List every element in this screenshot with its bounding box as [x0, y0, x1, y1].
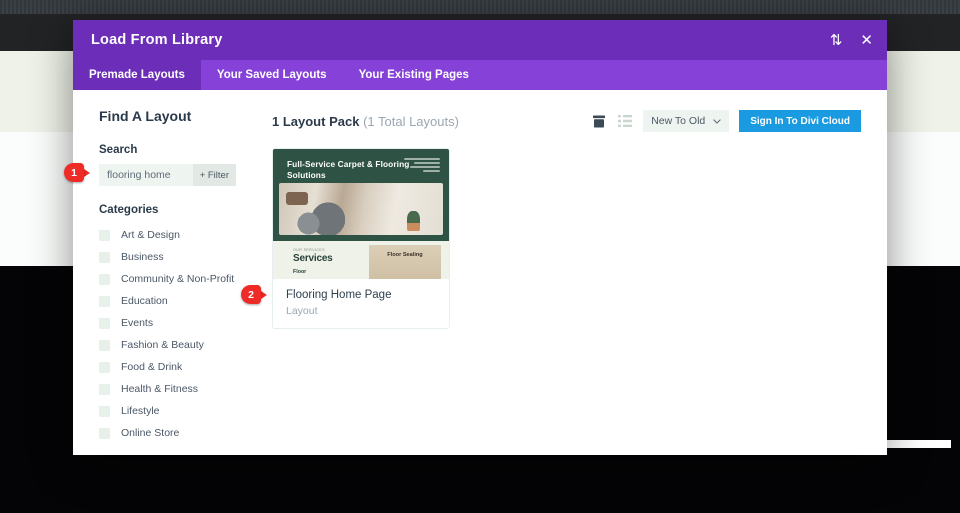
- category-list: Art & Design Business Community & Non-Pr…: [99, 224, 268, 444]
- layout-list-view-icon[interactable]: [617, 114, 633, 128]
- checkbox-icon[interactable]: [99, 273, 110, 285]
- modal-title: Load From Library: [91, 32, 223, 48]
- checkbox-icon[interactable]: [99, 317, 110, 329]
- layout-card-subtitle: Layout: [286, 305, 318, 317]
- tab-your-existing-pages[interactable]: Your Existing Pages: [343, 60, 485, 90]
- category-lifestyle[interactable]: Lifestyle: [99, 400, 268, 422]
- modal-header: Load From Library ⇅ ✕: [73, 20, 887, 60]
- modal-body: Find A Layout Search flooring home + Fil…: [73, 90, 887, 455]
- category-online-store[interactable]: Online Store: [99, 422, 268, 444]
- category-label: Food & Drink: [121, 361, 183, 373]
- sort-order-select[interactable]: New To Old: [643, 110, 730, 132]
- thumbnail-services-band: OUR SERVICES Services Floor Floor Sealin…: [273, 241, 449, 279]
- categories-label: Categories: [99, 204, 159, 216]
- checkbox-icon[interactable]: [99, 295, 110, 307]
- photo-plant-shape: [407, 211, 421, 231]
- pin-number: 2: [241, 285, 261, 304]
- load-from-library-modal: Load From Library ⇅ ✕ Premade Layouts Yo…: [73, 20, 887, 455]
- thumbnail-chip: Floor Sealing: [369, 245, 441, 279]
- annotation-pin-2: 2: [241, 285, 267, 304]
- wp-admin-bar: [0, 0, 960, 14]
- category-food-drink[interactable]: Food & Drink: [99, 356, 268, 378]
- photo-table-shape: [285, 192, 308, 206]
- find-a-layout-sidebar: Find A Layout Search flooring home + Fil…: [73, 90, 268, 455]
- layout-card-footer: Flooring Home Page Layout: [273, 279, 449, 328]
- category-label: Events: [121, 317, 154, 329]
- category-business[interactable]: Business: [99, 246, 268, 268]
- filter-button[interactable]: + Filter: [192, 164, 236, 186]
- checkbox-icon[interactable]: [99, 405, 110, 417]
- annotation-pin-1: 1: [64, 163, 90, 182]
- screen-root: SCHOOL Login Register Gallery ABOUT Team…: [0, 0, 960, 513]
- thumbnail-photo: [279, 183, 443, 235]
- sort-order-value: New To Old: [651, 115, 706, 127]
- sidebar-title: Find A Layout: [99, 108, 192, 124]
- category-label: Fashion & Beauty: [121, 339, 204, 351]
- category-fashion-beauty[interactable]: Fashion & Beauty: [99, 334, 268, 356]
- chevron-down-icon: [713, 118, 721, 124]
- thumbnail-text-lines: [404, 158, 440, 174]
- pack-count: 1 Layout Pack (1 Total Layouts): [272, 114, 459, 129]
- category-label: Business: [121, 251, 164, 263]
- category-label: Online Store: [121, 427, 180, 439]
- total-layouts-value: (1 Total Layouts): [363, 113, 459, 129]
- pack-count-value: 1 Layout Pack: [272, 113, 360, 129]
- close-icon[interactable]: ✕: [860, 33, 873, 48]
- thumbnail-hero: Full-Service Carpet & Flooring Solutions: [273, 149, 449, 241]
- category-health-fitness[interactable]: Health & Fitness: [99, 378, 268, 400]
- pin-number: 1: [64, 163, 84, 182]
- results-toolbar-actions: New To Old Sign In To Divi Cloud: [591, 110, 861, 132]
- layout-pack-view-icon[interactable]: [591, 114, 607, 128]
- checkbox-icon[interactable]: [99, 361, 110, 373]
- sign-in-divi-cloud-button[interactable]: Sign In To Divi Cloud: [739, 110, 861, 132]
- layout-results-panel: 1 Layout Pack (1 Total Layouts) New To O…: [268, 90, 887, 455]
- checkbox-icon[interactable]: [99, 427, 110, 439]
- search-label: Search: [99, 144, 138, 156]
- category-label: Community & Non-Profit: [121, 273, 235, 285]
- layout-thumbnail: Full-Service Carpet & Flooring Solutions…: [273, 149, 449, 279]
- layout-card[interactable]: Full-Service Carpet & Flooring Solutions…: [272, 148, 450, 329]
- category-label: Art & Design: [121, 229, 180, 241]
- category-art-design[interactable]: Art & Design: [99, 224, 268, 246]
- modal-tabs: Premade Layouts Your Saved Layouts Your …: [73, 60, 887, 90]
- tab-your-saved-layouts[interactable]: Your Saved Layouts: [201, 60, 343, 90]
- results-toolbar: 1 Layout Pack (1 Total Layouts) New To O…: [272, 108, 861, 134]
- category-events[interactable]: Events: [99, 312, 268, 334]
- checkbox-icon[interactable]: [99, 229, 110, 241]
- checkbox-icon[interactable]: [99, 251, 110, 263]
- layout-card-title: Flooring Home Page: [286, 289, 392, 301]
- thumbnail-chip-label: Floor Sealing: [387, 252, 423, 258]
- category-label: Lifestyle: [121, 405, 160, 417]
- divi-builder-toolbar: ? Save Draft Publish: [0, 460, 960, 513]
- tab-premade-layouts[interactable]: Premade Layouts: [73, 60, 201, 90]
- search-input[interactable]: flooring home + Filter: [99, 164, 236, 186]
- modal-header-actions: ⇅ ✕: [830, 20, 873, 60]
- checkbox-icon[interactable]: [99, 383, 110, 395]
- sort-toggle-icon[interactable]: ⇅: [830, 33, 843, 48]
- search-input-value: flooring home: [107, 169, 171, 181]
- category-label: Education: [121, 295, 168, 307]
- category-label: Health & Fitness: [121, 383, 199, 395]
- checkbox-icon[interactable]: [99, 339, 110, 351]
